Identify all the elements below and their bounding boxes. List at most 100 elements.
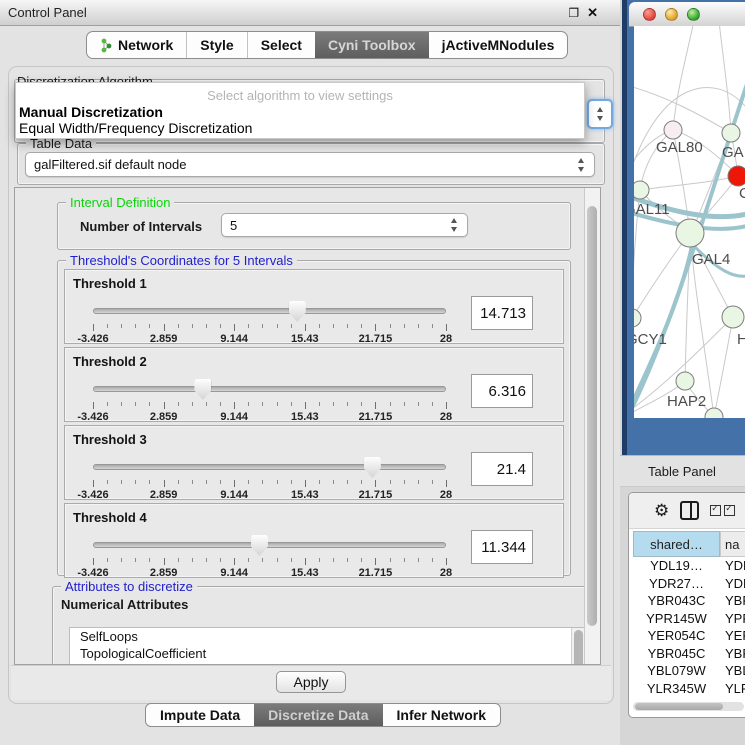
table-row[interactable]: YLR345WYLR3 xyxy=(633,680,745,698)
tab-select[interactable]: Select xyxy=(247,32,315,58)
threshold-value-field[interactable]: 6.316 xyxy=(471,374,533,408)
scrollbar-thumb[interactable] xyxy=(587,206,597,626)
float-window-icon[interactable]: ❐ xyxy=(568,6,579,20)
threshold-value-field[interactable]: 14.713 xyxy=(471,296,533,330)
bottom-tab-discretize-data[interactable]: Discretize Data xyxy=(254,704,382,726)
thresholds-group-title: Threshold's Coordinates for 5 Intervals xyxy=(66,253,297,268)
network-node-label: HAP2 xyxy=(667,393,706,410)
slider-thumb[interactable] xyxy=(194,379,211,400)
network-canvas[interactable]: GAL80GACGAL11GAL4GCY1HHAP2 xyxy=(634,26,745,418)
slider-ticks xyxy=(93,402,446,410)
network-node[interactable] xyxy=(676,219,704,247)
cell-name: YLR3 xyxy=(720,681,745,696)
control-panel-titlebar: Control Panel ❐ ✕ xyxy=(0,0,620,26)
cell-shared-name: YBR043C xyxy=(633,593,720,608)
network-node[interactable] xyxy=(722,124,740,142)
gear-icon[interactable]: ⚙ xyxy=(654,502,669,519)
threshold-value-field[interactable]: 21.4 xyxy=(471,452,533,486)
stepper-arrows-icon xyxy=(596,107,605,121)
algorithm-placeholder-option[interactable]: Select algorithm to view settings xyxy=(16,88,584,103)
cell-name: YDL1 xyxy=(720,558,745,573)
interval-definition-group: Interval Definition Number of Intervals … xyxy=(57,202,571,250)
bottom-tab-infer-network[interactable]: Infer Network xyxy=(383,704,500,726)
minimize-traffic-light-icon[interactable] xyxy=(665,8,678,21)
attributes-group-title: Attributes to discretize xyxy=(61,579,197,594)
table-row[interactable]: YDR27…YDR2 xyxy=(633,575,745,593)
settings-vertical-scrollbar[interactable] xyxy=(584,188,600,664)
tab-label: Style xyxy=(200,37,233,53)
close-icon[interactable]: ✕ xyxy=(587,5,598,21)
select-columns-icons[interactable] xyxy=(710,505,735,516)
tab-jactivemnodules[interactable]: jActiveMNodules xyxy=(429,32,568,58)
cell-shared-name: YIL053C xyxy=(633,698,720,699)
tab-cyni-toolbox[interactable]: Cyni Toolbox xyxy=(315,32,429,58)
table-row[interactable]: YBL079WYBL0 xyxy=(633,662,745,680)
column-header-name[interactable]: na xyxy=(720,531,745,557)
algorithm-option[interactable]: Equal Width/Frequency Discretization xyxy=(19,120,252,136)
threshold-title: Threshold 2 xyxy=(73,354,147,369)
zoom-traffic-light-icon[interactable] xyxy=(687,8,700,21)
tab-label: Network xyxy=(118,37,173,53)
tab-network[interactable]: Network xyxy=(87,32,186,58)
column-layout-icon[interactable] xyxy=(680,501,699,520)
network-window-titlebar xyxy=(629,2,745,27)
threshold-value-field[interactable]: 11.344 xyxy=(471,530,533,564)
threshold-slider[interactable]: -3.4262.8599.14415.4321.71528 xyxy=(93,378,446,418)
network-view-window: GAL80GACGAL11GAL4GCY1HHAP2 xyxy=(622,0,745,455)
tab-style[interactable]: Style xyxy=(186,32,246,58)
number-of-intervals-label: Number of Intervals xyxy=(80,219,202,234)
table-row[interactable]: YBR045CYBR0 xyxy=(633,645,745,663)
checkbox-icon xyxy=(710,505,721,516)
slider-thumb[interactable] xyxy=(364,457,381,478)
tab-label: Cyni Toolbox xyxy=(328,37,416,53)
stepper-arrows-icon xyxy=(577,158,586,172)
algorithm-option[interactable]: Manual Discretization xyxy=(19,104,163,120)
numerical-attributes-list[interactable]: SelfLoopsTopologicalCoefficientBetweenne… xyxy=(69,627,587,665)
network-node[interactable] xyxy=(728,166,745,186)
settings-scrollpane: Interval Definition Number of Intervals … xyxy=(14,187,601,665)
table-row[interactable]: YIL053CYIL0 xyxy=(633,697,745,699)
network-node[interactable] xyxy=(634,181,649,199)
slider-track[interactable] xyxy=(93,464,446,470)
column-header-shared[interactable]: shared… xyxy=(633,531,720,557)
table-data-group: Table Data galFiltered.sif default node xyxy=(17,143,605,185)
checkbox-icon xyxy=(724,505,735,516)
table-row[interactable]: YER054CYER0 xyxy=(633,627,745,645)
table-row[interactable]: YDL19…YDL1 xyxy=(633,557,745,575)
slider-track[interactable] xyxy=(93,308,446,314)
apply-button[interactable]: Apply xyxy=(276,671,346,693)
table-toolbar: ⚙ xyxy=(629,493,745,529)
network-node-label: GAL80 xyxy=(656,139,703,156)
bottom-tab-impute-data[interactable]: Impute Data xyxy=(146,704,254,726)
network-node[interactable] xyxy=(634,309,641,327)
slider-thumb[interactable] xyxy=(289,301,306,322)
table-horizontal-scrollbar[interactable] xyxy=(633,702,744,711)
network-node[interactable] xyxy=(664,121,682,139)
cell-name: YPR1 xyxy=(720,611,745,626)
table-row[interactable]: YBR043CYBR0 xyxy=(633,592,745,610)
attribute-list-item[interactable]: SelfLoops xyxy=(70,628,586,645)
scrollbar-thumb[interactable] xyxy=(635,703,723,710)
threshold-slider[interactable]: -3.4262.8599.14415.4321.71528 xyxy=(93,300,446,340)
table-data-combobox-value: galFiltered.sif default node xyxy=(34,157,577,172)
table-panel-header: Table Panel xyxy=(620,455,745,487)
slider-thumb[interactable] xyxy=(251,535,268,556)
threshold-slider[interactable]: -3.4262.8599.14415.4321.71528 xyxy=(93,456,446,496)
table-data-combobox[interactable]: galFiltered.sif default node xyxy=(25,152,595,177)
slider-ticks xyxy=(93,324,446,332)
close-traffic-light-icon[interactable] xyxy=(643,8,656,21)
attribute-list-item[interactable]: TopologicalCoefficient xyxy=(70,645,586,662)
network-node[interactable] xyxy=(676,372,694,390)
slider-tick-labels: -3.4262.8599.14415.4321.71528 xyxy=(93,567,446,579)
network-node-label: GAL4 xyxy=(692,251,730,268)
table-row[interactable]: YPR145WYPR1 xyxy=(633,610,745,628)
network-node[interactable] xyxy=(722,306,744,328)
slider-track[interactable] xyxy=(93,542,446,548)
algorithm-combobox-stepper[interactable] xyxy=(587,99,613,129)
threshold-slider[interactable]: -3.4262.8599.14415.4321.71528 xyxy=(93,534,446,574)
slider-track[interactable] xyxy=(93,386,446,392)
apply-bar: Apply xyxy=(11,665,611,700)
slider-tick-labels: -3.4262.8599.14415.4321.71528 xyxy=(93,333,446,345)
network-icon xyxy=(100,38,113,53)
number-of-intervals-combobox[interactable]: 5 xyxy=(221,213,468,237)
